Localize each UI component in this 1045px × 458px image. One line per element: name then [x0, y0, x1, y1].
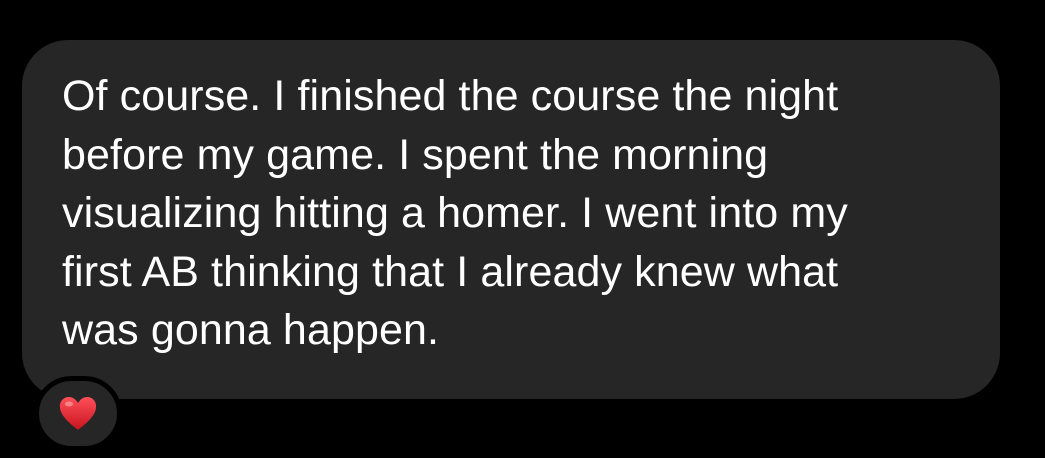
heart-reaction-badge[interactable]	[34, 376, 122, 451]
message-line: before my game. I spent the morning	[62, 130, 769, 179]
message-line: was gonna happen.	[62, 306, 440, 354]
red-heart-icon	[59, 396, 97, 430]
message-line: first AB thinking that I already knew wh…	[62, 247, 839, 296]
conversation-view: Of course. I finished the course the nig…	[0, 0, 1045, 458]
message-line: visualizing hitting a homer. I went into…	[62, 189, 848, 237]
message-bubble[interactable]: Of course. I finished the course the nig…	[22, 40, 1000, 399]
message-line: Of course. I finished the course the nig…	[62, 72, 839, 120]
